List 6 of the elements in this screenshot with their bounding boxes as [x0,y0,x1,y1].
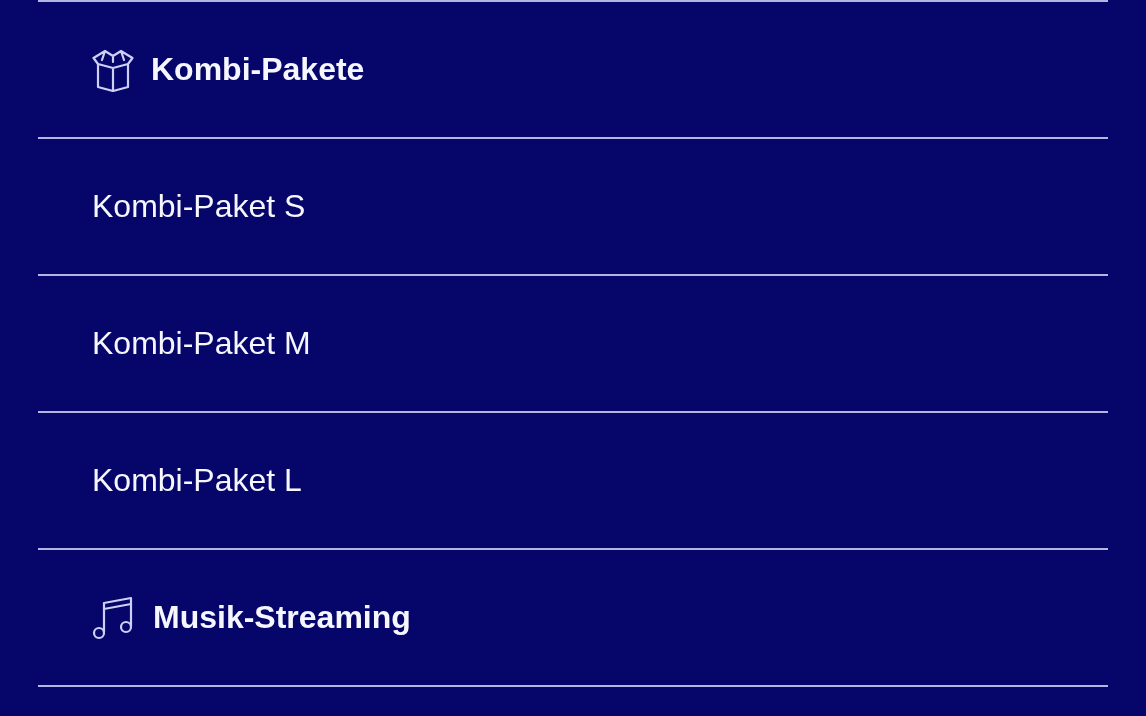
menu-item-link[interactable]: Kombi-Paket M [92,324,311,363]
menu-item-link[interactable]: Kombi-Paket L [92,461,302,500]
gift-box-icon [92,47,134,92]
menu-item-link[interactable]: Kombi-Paket S [92,187,306,226]
menu-category-link[interactable]: Kombi-Pakete [92,47,365,92]
menu-category-link[interactable]: Musik-Streaming [92,595,411,640]
